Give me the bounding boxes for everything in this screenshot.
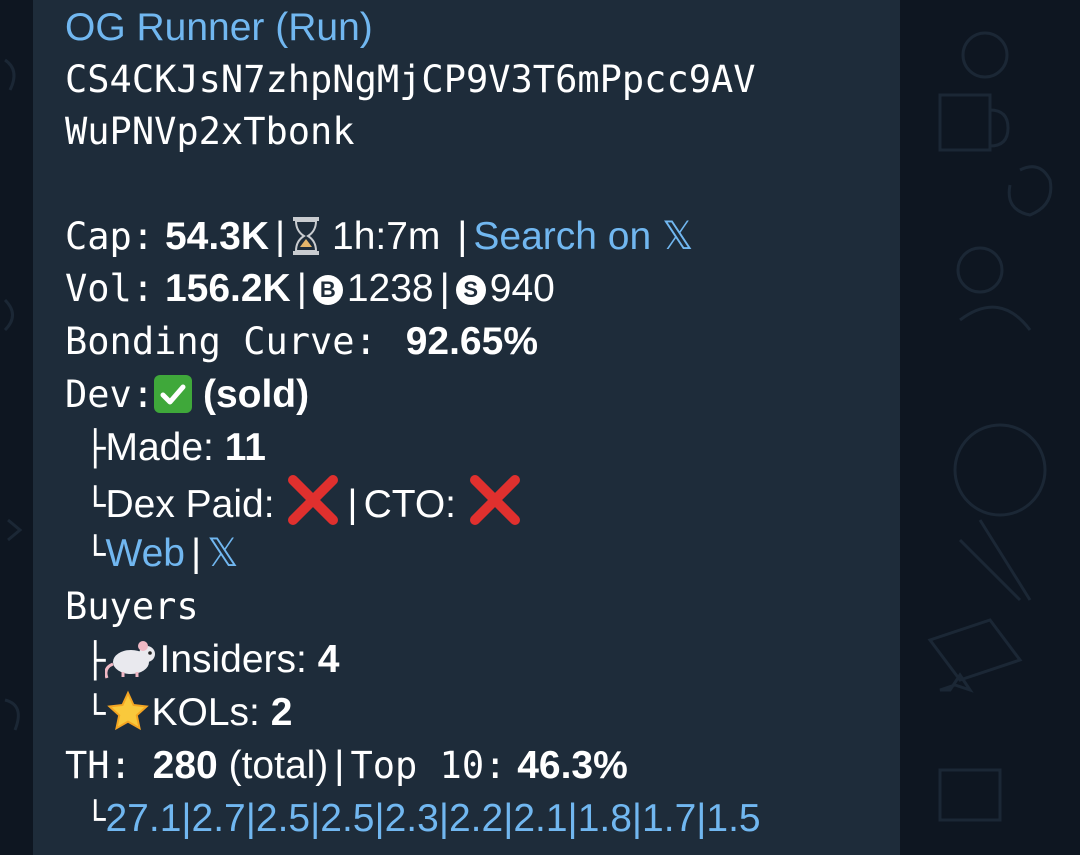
top10-value: 46.3%: [517, 744, 628, 787]
message-bubble: OG Runner (Run) CS4CKJsN7zhpNgMjCP9V3T6m…: [33, 0, 900, 855]
kols-label: KOLs:: [151, 691, 260, 734]
top-holders-list: 27.1|2.7|2.5|2.5|2.3|2.2|2.1|1.8|1.7|1.5: [105, 797, 760, 840]
dev-label: Dev:: [65, 373, 155, 416]
x-link[interactable]: 𝕏: [207, 531, 238, 576]
cap-row: Cap: 54.3K | 1h:7m | Search on 𝕏: [65, 211, 693, 263]
dev-made-row: ├Made: 11: [85, 422, 266, 474]
bonding-curve-value: 92.65%: [405, 320, 538, 363]
sells-value: 940: [489, 267, 555, 310]
separator: |: [457, 215, 468, 258]
separator: |: [190, 532, 202, 575]
cap-value: 54.3K: [164, 215, 270, 258]
web-link[interactable]: Web: [105, 532, 185, 575]
top-holder-link[interactable]: 1.7: [642, 797, 696, 840]
cap-label: Cap:: [65, 215, 155, 258]
kols-value: 2: [270, 691, 293, 734]
dex-paid-label: Dex Paid:: [105, 483, 275, 526]
dev-dex-row: └Dex Paid: | CTO:: [85, 475, 523, 527]
bonding-curve-row: Bonding Curve: 92.65%: [65, 316, 538, 368]
tree-branch: ├: [85, 429, 106, 469]
insiders-value: 4: [317, 638, 340, 681]
vol-label: Vol:: [65, 267, 155, 310]
check-mark-icon: [154, 375, 193, 413]
age-value: 1h:7m: [332, 215, 441, 258]
kols-row: └ KOLs: 2: [85, 687, 292, 739]
separator: |: [631, 797, 643, 840]
cross-mark-icon: [285, 475, 341, 539]
hourglass-icon: [291, 217, 321, 269]
cto-label: CTO:: [363, 483, 457, 526]
separator: |: [245, 797, 256, 840]
buys-icon: B: [312, 275, 343, 305]
top-holder-link[interactable]: 2.5: [256, 797, 310, 840]
top-holder-link[interactable]: 2.3: [385, 797, 439, 840]
insiders-row: ├ Insiders: 4: [85, 634, 339, 686]
top-holder-link[interactable]: 2.5: [320, 797, 374, 840]
tree-branch: └: [85, 535, 106, 575]
separator: |: [696, 797, 707, 840]
made-value: 11: [224, 426, 266, 469]
top10-label: Top 10:: [350, 744, 507, 787]
th-suffix: (total): [228, 744, 329, 787]
made-label: Made:: [105, 426, 214, 469]
cross-mark-icon: [467, 475, 523, 539]
top-holders-row: └27.1|2.7|2.5|2.5|2.3|2.2|2.1|1.8|1.7|1.…: [85, 793, 761, 845]
rat-icon: [104, 636, 159, 694]
holders-row: TH: 280 (total) | Top 10: 46.3%: [65, 740, 628, 792]
separator: |: [275, 215, 286, 258]
separator: |: [310, 797, 321, 840]
star-icon: [105, 689, 151, 747]
th-value: 280: [152, 744, 218, 787]
separator: |: [503, 797, 514, 840]
th-label: TH:: [65, 744, 132, 787]
top-holder-link[interactable]: 2.7: [192, 797, 246, 840]
dev-status: (sold): [202, 373, 310, 416]
separator: |: [296, 267, 307, 310]
search-on-x-link[interactable]: Search on 𝕏: [473, 215, 693, 258]
tree-branch: └: [85, 486, 106, 526]
separator: |: [181, 797, 192, 840]
separator: |: [567, 797, 578, 840]
tree-branch: ├: [85, 641, 106, 681]
sells-icon: S: [455, 275, 486, 305]
dev-links-row: └Web | 𝕏: [85, 528, 239, 580]
bonding-curve-label: Bonding Curve:: [65, 320, 377, 363]
separator: |: [347, 483, 358, 526]
vol-row: Vol: 156.2K | B 1238 | S 940: [65, 263, 555, 315]
separator: |: [334, 744, 345, 787]
buyers-label: Buyers: [65, 585, 199, 628]
insiders-label: Insiders:: [159, 638, 307, 681]
tree-branch: └: [85, 800, 106, 840]
token-title-link[interactable]: OG Runner (Run): [65, 2, 373, 54]
separator: |: [438, 797, 449, 840]
top-holder-link[interactable]: 1.8: [578, 797, 632, 840]
vol-value: 156.2K: [164, 267, 291, 310]
tree-branch: └: [85, 694, 106, 734]
separator: |: [374, 797, 385, 840]
top-holder-link[interactable]: 2.1: [513, 797, 567, 840]
token-address-line2[interactable]: WuPNVp2xTbonk: [65, 106, 355, 158]
buys-value: 1238: [346, 267, 434, 310]
token-address-line1[interactable]: CS4CKJsN7zhpNgMjCP9V3T6mPpcc9AV: [65, 54, 756, 106]
separator: |: [439, 267, 450, 310]
top-holder-link[interactable]: 1.5: [706, 797, 760, 840]
dev-row: Dev: (sold): [65, 369, 309, 421]
top-holder-link[interactable]: 2.2: [449, 797, 503, 840]
top-holder-link[interactable]: 27.1: [105, 797, 181, 840]
